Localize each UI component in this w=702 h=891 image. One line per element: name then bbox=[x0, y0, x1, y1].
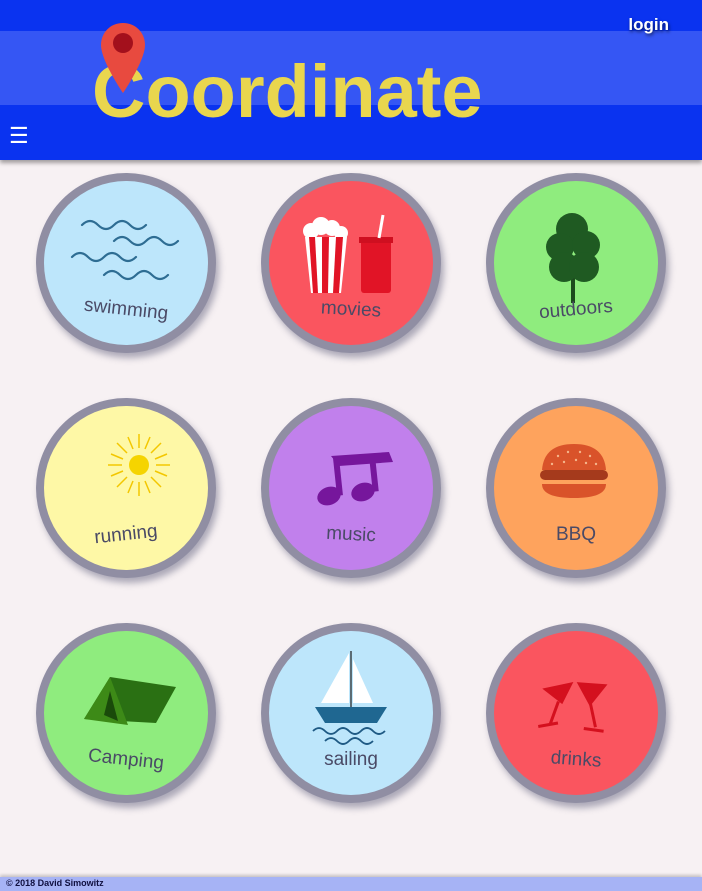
footer-bar: © 2018 David Simowitz bbox=[0, 877, 702, 891]
activity-swimming[interactable]: swimming bbox=[36, 173, 216, 353]
header-bar: login Coordinate ☰ bbox=[0, 0, 702, 160]
activity-circle: sailing bbox=[269, 631, 433, 795]
activity-bbq[interactable]: BBQ bbox=[486, 398, 666, 578]
activity-outdoors[interactable]: outdoors bbox=[486, 173, 666, 353]
logo-text: Coordinate bbox=[92, 50, 483, 133]
menu-icon[interactable]: ☰ bbox=[9, 125, 29, 147]
activity-drinks[interactable]: drinks bbox=[486, 623, 666, 803]
activity-music[interactable]: music bbox=[261, 398, 441, 578]
map-pin-icon bbox=[101, 23, 145, 93]
activity-circle: running bbox=[44, 406, 208, 570]
login-link[interactable]: login bbox=[628, 15, 669, 35]
activity-circle: drinks bbox=[494, 631, 658, 795]
copyright-text: © 2018 David Simowitz bbox=[6, 878, 104, 888]
activity-circle: swimming bbox=[44, 181, 208, 345]
activity-circle: outdoors bbox=[494, 181, 658, 345]
activity-movies[interactable]: movies bbox=[261, 173, 441, 353]
activity-circle: BBQ bbox=[494, 406, 658, 570]
activity-camping[interactable]: Camping bbox=[36, 623, 216, 803]
activity-label: sailing bbox=[324, 749, 378, 770]
activity-circle: Camping bbox=[44, 631, 208, 795]
activity-sailing[interactable]: sailing bbox=[261, 623, 441, 803]
activity-label: BBQ bbox=[555, 524, 597, 545]
activity-circle: music bbox=[269, 406, 433, 570]
activity-running[interactable]: running bbox=[36, 398, 216, 578]
activity-circle: movies bbox=[269, 181, 433, 345]
